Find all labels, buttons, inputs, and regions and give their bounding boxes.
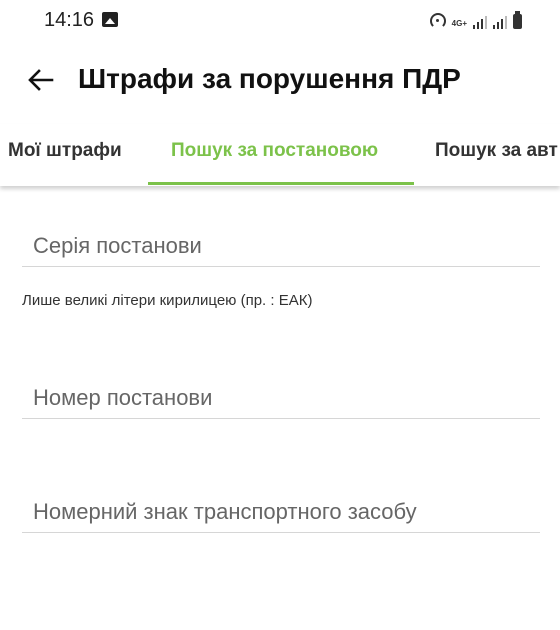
plate-field <box>22 492 540 533</box>
tab-bar: Мої штрафи Пошук за постановою Пошук за … <box>0 124 560 186</box>
number-input[interactable] <box>22 378 540 418</box>
series-hint: Лише великі літери кирилицею (пр. : ЕАК) <box>22 292 313 309</box>
photo-icon <box>102 12 118 27</box>
plate-input[interactable] <box>22 492 540 532</box>
status-time: 14:16 <box>44 9 95 31</box>
series-field <box>22 226 540 267</box>
tab-my-fines[interactable]: Мої штрафи <box>8 140 122 162</box>
back-arrow-icon[interactable] <box>26 65 56 95</box>
number-field <box>22 378 540 419</box>
series-input[interactable] <box>22 226 540 266</box>
status-icons: 4G+ <box>429 9 522 31</box>
status-bar: 14:16 4G+ <box>0 0 560 40</box>
network-type-label: 4G+ <box>451 19 467 28</box>
hotspot-icon <box>429 13 446 29</box>
tab-search-by-resolution[interactable]: Пошук за постановою <box>171 140 378 162</box>
signal-icon <box>493 15 507 29</box>
screen: 14:16 4G+ Штрафи за порушення ПДР Мої шт… <box>0 0 560 630</box>
signal-icon <box>473 15 487 29</box>
tab-search-by-vehicle[interactable]: Пошук за авт <box>435 140 558 162</box>
page-title: Штрафи за порушення ПДР <box>78 63 461 94</box>
battery-icon <box>513 11 522 29</box>
active-tab-indicator <box>148 182 414 185</box>
